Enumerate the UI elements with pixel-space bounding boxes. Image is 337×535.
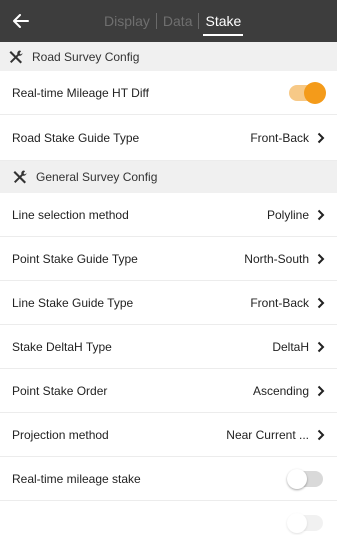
row-line-selection-method[interactable]: Line selection method Polyline — [0, 193, 337, 237]
section-title: Road Survey Config — [32, 49, 140, 64]
row-stake-deltah-type[interactable]: Stake DeltaH Type DeltaH — [0, 325, 337, 369]
realtime-mileage-stake-toggle[interactable] — [287, 468, 323, 489]
row-realtime-mileage-ht-diff[interactable]: Real-time Mileage HT Diff — [0, 71, 337, 115]
top-bar: Display Data Stake — [0, 0, 337, 42]
chevron-right-icon — [317, 341, 325, 352]
row-value: Front-Back — [250, 295, 309, 310]
row-projection-method[interactable]: Projection method Near Current ... — [0, 413, 337, 457]
section-header-road: Road Survey Config — [0, 42, 337, 71]
tab-stake[interactable]: Stake — [199, 0, 247, 42]
chevron-right-icon — [317, 385, 325, 396]
chevron-right-icon — [317, 132, 325, 143]
row-partial-next[interactable] — [0, 501, 337, 535]
row-label: Road Stake Guide Type — [12, 130, 140, 145]
row-label: Point Stake Order — [12, 383, 108, 398]
partial-toggle[interactable] — [287, 513, 323, 533]
row-label: Real-time Mileage HT Diff — [12, 85, 149, 100]
row-label: Point Stake Guide Type — [12, 251, 138, 266]
chevron-right-icon — [317, 297, 325, 308]
row-label: Line selection method — [12, 207, 129, 222]
row-line-stake-guide-type[interactable]: Line Stake Guide Type Front-Back — [0, 281, 337, 325]
row-value: DeltaH — [272, 339, 309, 354]
settings-list[interactable]: Road Survey Config Real-time Mileage HT … — [0, 42, 337, 535]
row-label: Real-time mileage stake — [12, 471, 141, 486]
row-value: Ascending — [252, 383, 309, 398]
row-label: Stake DeltaH Type — [12, 339, 112, 354]
arrow-left-icon — [13, 14, 29, 28]
tab-bar: Display Data Stake — [98, 0, 247, 42]
row-label: Projection method — [12, 427, 109, 442]
row-label: Line Stake Guide Type — [12, 295, 134, 310]
toggle-knob — [287, 513, 307, 533]
toggle-knob — [304, 81, 326, 104]
row-value: North-South — [244, 251, 309, 266]
row-value: Polyline — [266, 207, 309, 222]
tools-icon — [13, 170, 27, 184]
section-title: General Survey Config — [36, 170, 158, 184]
toggle-knob — [287, 468, 307, 489]
realtime-ht-diff-toggle[interactable] — [289, 81, 326, 104]
tab-display[interactable]: Display — [98, 0, 156, 42]
row-point-stake-guide-type[interactable]: Point Stake Guide Type North-South — [0, 237, 337, 281]
back-button[interactable] — [6, 6, 36, 36]
row-value: Near Current ... — [226, 427, 309, 442]
row-point-stake-order[interactable]: Point Stake Order Ascending — [0, 369, 337, 413]
row-value: Front-Back — [250, 130, 309, 145]
section-header-general: General Survey Config — [0, 161, 337, 193]
tab-data[interactable]: Data — [157, 0, 199, 42]
chevron-right-icon — [317, 253, 325, 264]
tools-icon — [9, 50, 23, 63]
row-realtime-mileage-stake[interactable]: Real-time mileage stake — [0, 457, 337, 501]
chevron-right-icon — [317, 209, 325, 220]
row-road-stake-guide-type[interactable]: Road Stake Guide Type Front-Back — [0, 115, 337, 161]
chevron-right-icon — [317, 429, 325, 440]
